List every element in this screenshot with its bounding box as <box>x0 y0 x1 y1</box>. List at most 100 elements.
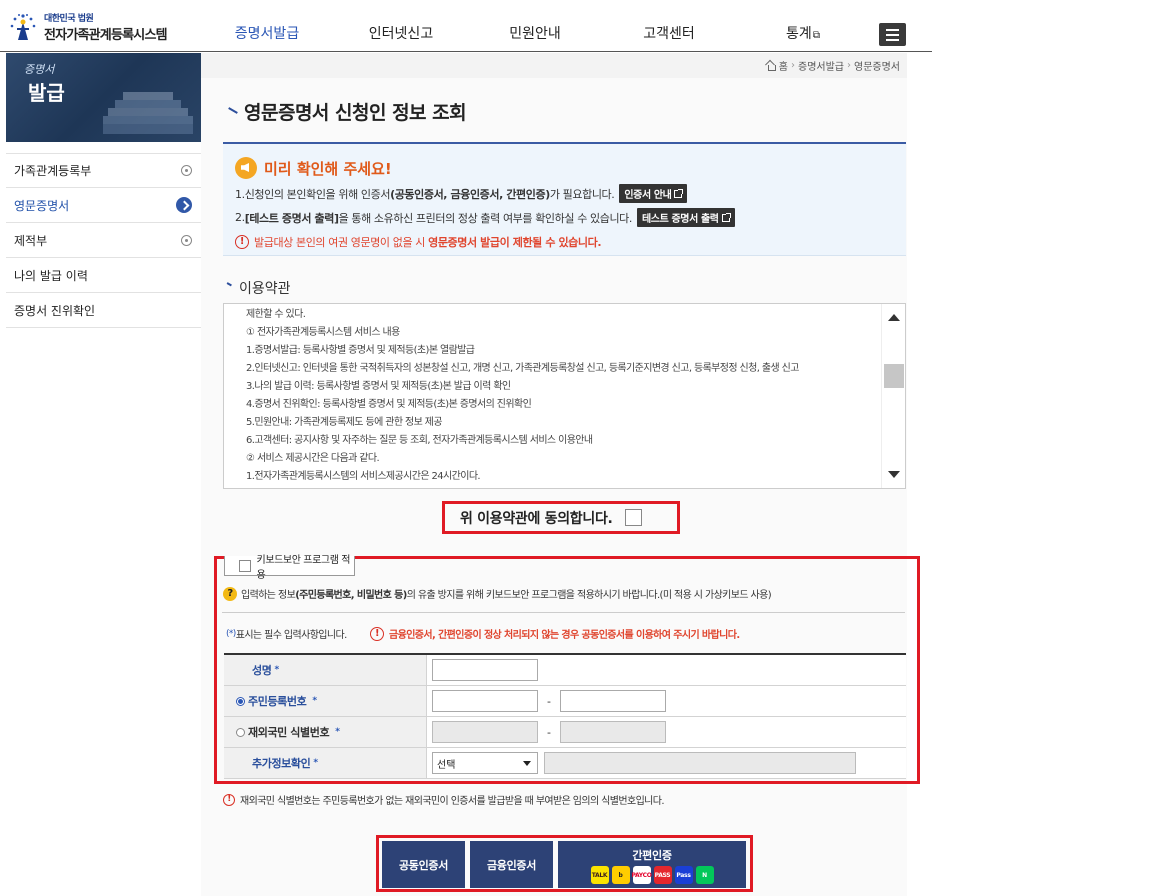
court-emblem-icon <box>6 10 40 44</box>
sidebar-item-removed-register[interactable]: 제적부 <box>6 223 201 258</box>
page-title: 영문증명서 신청인 정보 조회 <box>224 98 467 125</box>
terms-line: 2.전자가족관계등록시스템 점검 및 변경 작업 시에는 필요한 범위 내에서 … <box>246 486 876 488</box>
nav-statistics[interactable]: 통계⧉ <box>736 0 870 52</box>
notice-line2-post: 을 통해 소유하신 프린터의 정상 출력 여부를 확인하실 수 있습니다. <box>338 211 633 225</box>
notice-line-1: 1.신청인의 본인확인을 위해 인증서 (공동인증서, 금융인증서, 간편인증) 가… <box>235 184 906 203</box>
notice-line2-bold: [테스트 증명서 출력] <box>244 211 339 225</box>
banner-line2: 발급 <box>28 81 65 105</box>
certificate-guide-label: 인증서 안내 <box>624 190 672 201</box>
notice-line1-post: 가 필요합니다. <box>549 187 615 201</box>
external-link-icon <box>674 188 684 198</box>
nav-certificate-issue[interactable]: 증명서발급 <box>200 0 334 52</box>
notice-heading-text: 미리 확인해 주세요! <box>264 159 392 178</box>
terms-agree-control[interactable]: 위 이용약관에 동의합니다. <box>442 501 680 534</box>
nav-civil-guide[interactable]: 민원안내 <box>468 0 602 52</box>
auth-provider-4-icon: Pass <box>674 866 693 884</box>
sidebar-item-authenticity-check[interactable]: 증명서 진위확인 <box>6 293 201 328</box>
required-star: * <box>335 727 340 737</box>
financial-certificate-button[interactable]: 금융인증서 <box>470 841 553 888</box>
section-banner: 증명서 발급 <box>6 53 201 142</box>
joint-certificate-button[interactable]: 공동인증서 <box>382 841 465 888</box>
kb-note-pre: 입력하는 정보 <box>241 590 296 601</box>
exclamation-icon: ! <box>370 626 384 641</box>
terms-line: 3.나의 발급 이력: 등록사항별 증명서 및 제적등(초)본 발급 이력 확인 <box>246 381 511 392</box>
site-logo[interactable]: 대한민국 법원 전자가족관계등록시스템 <box>6 10 168 44</box>
terms-line: ② 서비스 제공시간은 다음과 같다. <box>246 453 380 464</box>
certificate-guide-button[interactable]: 인증서 안내 <box>619 184 688 203</box>
foreign-id-note-text: 재외국민 식별번호는 주민등록번호가 없는 재외국민이 인증서를 발급받을 때 … <box>240 796 665 807</box>
sidebar-item-label: 나의 발급 이력 <box>14 268 88 283</box>
foreign-id-option[interactable]: 재외국민 식별번호 * <box>224 717 427 747</box>
required-note: (*) 표시는 필수 입력사항입니다. <box>226 626 348 642</box>
terms-line: 1.증명서발급: 등록사항별 증명서 및 제적등(초)본 열람발급 <box>246 345 475 356</box>
foreign-id-first-input <box>432 721 538 743</box>
breadcrumb-current: 영문증명서 <box>854 62 900 73</box>
terms-line: 4.증명서 진위확인: 등록사항별 증명서 및 제적등(초)본 증명서의 진위확… <box>246 399 532 410</box>
name-input[interactable] <box>432 659 538 681</box>
extra-info-label: 추가정보확인 * <box>224 748 427 778</box>
auth-provider-2-icon: PAYCO <box>631 866 652 884</box>
auth-provider-5-icon: N <box>695 866 714 884</box>
foreign-id-radio[interactable] <box>236 727 245 737</box>
scroll-thumb[interactable] <box>884 364 904 388</box>
keyboard-security-toggle[interactable]: 키보드보안 프로그램 적용 <box>224 555 355 581</box>
rrn-radio[interactable] <box>236 696 245 706</box>
terms-textbox[interactable]: 제한할 수 있다. ① 전자가족관계등록시스템 서비스 내용 1.증명서발급: 등록… <box>223 303 906 489</box>
sidebar-item-label: 가족관계등록부 <box>14 164 92 178</box>
rrn-option[interactable]: 주민등록번호 * <box>224 686 427 716</box>
rrn-first-input[interactable] <box>432 690 538 712</box>
nav-internet-report[interactable]: 인터넷신고 <box>334 0 468 52</box>
kb-note-post: 의 유출 방지를 위해 키보드보안 프로그램을 적용하시기 바랍니다.(미 적용… <box>406 590 772 601</box>
nav-customer-center[interactable]: 고객센터 <box>602 0 736 52</box>
sidebar-item-family-register[interactable]: 가족관계등록부 <box>6 153 201 188</box>
terms-agree-checkbox[interactable] <box>624 509 642 526</box>
test-print-label: 테스트 증명서 출력 <box>641 214 719 225</box>
terms-line: 1.전자가족관계등록시스템의 서비스제공시간은 24시간이다. <box>246 471 481 482</box>
foreign-id-dash: - <box>547 725 551 739</box>
hamburger-menu-button[interactable] <box>879 23 906 46</box>
form-row-rrn: 주민등록번호 * - <box>224 686 906 717</box>
required-note-text: 표시는 필수 입력사항입니다. <box>235 630 348 641</box>
banner-line1: 증명서 <box>24 63 55 76</box>
scroll-down-arrow-icon[interactable] <box>888 471 900 478</box>
easy-auth-providers: TALK b PAYCO PASS Pass N <box>590 866 714 884</box>
sidebar-item-issue-history[interactable]: 나의 발급 이력 <box>6 258 201 293</box>
terms-line: 5.민원안내: 가족관계등록제도 등에 관한 정보 제공 <box>246 417 443 428</box>
notice-warning: ! 발급대상 본인의 여권 영문명이 없을 시 영문증명서 발급이 제한될 수 … <box>235 234 906 250</box>
keyboard-security-checkbox[interactable] <box>239 559 251 572</box>
rrn-second-input[interactable] <box>560 690 666 712</box>
notice-line1-bold: (공동인증서, 금융인증서, 간편인증) <box>390 187 550 201</box>
circle-dot-icon <box>181 165 192 176</box>
sidebar-item-english-certificate[interactable]: 영문증명서 <box>6 188 201 223</box>
exclamation-icon: ! <box>235 235 249 249</box>
keyboard-security-note: ? 입력하는 정보(주민등록번호, 비밀번호 등)의 유출 방지를 위해 키보드… <box>223 586 772 601</box>
foreign-id-second-input <box>560 721 666 743</box>
test-print-button[interactable]: 테스트 증명서 출력 <box>636 208 735 227</box>
chevron-down-icon <box>523 760 531 766</box>
notice-line1-pre: 1.신청인의 본인확인을 위해 인증서 <box>235 187 391 201</box>
required-star: (*) <box>226 628 236 639</box>
extra-info-select-value: 선택 <box>437 759 456 771</box>
terms-scrollbar[interactable] <box>881 304 905 488</box>
extra-info-select[interactable]: 선택 <box>432 752 538 774</box>
easy-auth-button[interactable]: 간편인증 TALK b PAYCO PASS Pass N <box>558 841 746 888</box>
extra-info-label-text: 추가정보확인 <box>252 757 311 770</box>
notice-warn-pre: 발급대상 본인의 여권 영문명이 없을 시 <box>254 236 429 249</box>
page-title-text: 영문증명서 신청인 정보 조회 <box>244 102 467 124</box>
breadcrumb-home[interactable]: 홈 <box>779 58 788 73</box>
cert-warning: ! 금융인증서, 간편인증이 정상 처리되지 않는 경우 공동인증서를 이용하여… <box>370 626 740 641</box>
nav-statistics-label: 통계 <box>786 26 812 42</box>
external-link-icon <box>721 212 731 222</box>
notice-line-2: 2. [테스트 증명서 출력] 을 통해 소유하신 프린터의 정상 출력 여부를 확… <box>235 208 906 227</box>
title-accent-icon <box>225 281 232 289</box>
extra-info-input <box>544 752 856 774</box>
breadcrumb-certificate[interactable]: 증명서발급 <box>798 58 844 73</box>
notice-line2-pre: 2. <box>235 211 245 224</box>
breadcrumb-separator: › <box>847 60 851 71</box>
scroll-up-arrow-icon[interactable] <box>888 314 900 321</box>
logo-subtitle: 대한민국 법원 <box>44 14 94 24</box>
megaphone-icon <box>235 157 257 179</box>
terms-line: 6.고객센터: 공지사항 및 자주하는 질문 등 조회, 전자가족관계등록시스템… <box>246 435 593 446</box>
terms-line: ① 전자가족관계등록시스템 서비스 내용 <box>246 327 400 338</box>
form-row-foreign-id: 재외국민 식별번호 * - <box>224 717 906 748</box>
